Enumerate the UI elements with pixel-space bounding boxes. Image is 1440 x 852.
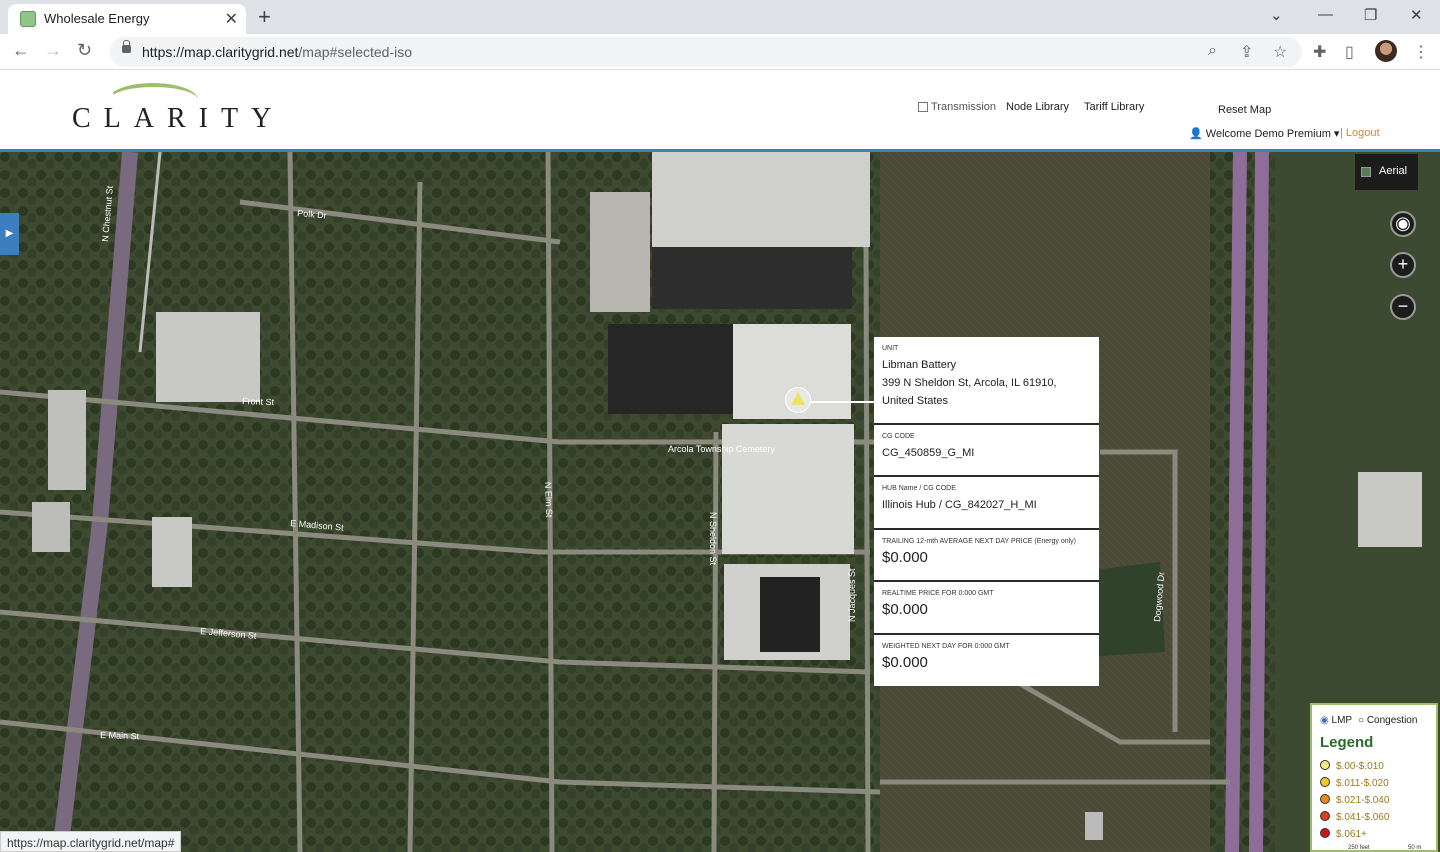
- close-tab-icon[interactable]: ✕: [225, 9, 238, 29]
- circle-icon: [1320, 828, 1330, 838]
- legend-item: $.00-$.010: [1320, 760, 1384, 772]
- zoom-icon[interactable]: ⌕: [1208, 42, 1217, 60]
- cg-code: CG_450859_G_MI: [882, 447, 975, 459]
- unit-marker[interactable]: [785, 387, 811, 413]
- map-imagery: N Chestnut St Polk DrFront StE Madison St…: [0, 152, 1440, 852]
- circle-icon: [1320, 811, 1330, 821]
- extensions-icon[interactable]: ✚: [1313, 42, 1326, 62]
- user-icon: 👤: [1189, 128, 1203, 140]
- price-legend: ◉ LMP ○ Congestion Legend $.00-$.010 $.0…: [1310, 703, 1438, 852]
- unit-name: Libman Battery: [882, 359, 956, 371]
- realtime-price: $0.000: [882, 601, 928, 618]
- aerial-toggle-button[interactable]: Aerial: [1355, 154, 1418, 190]
- scale-feet: 250 feet: [1348, 845, 1370, 851]
- unit-info-popup: UNIT Libman Battery 399 N Sheldon St, Ar…: [874, 337, 1099, 686]
- back-icon[interactable]: ←: [12, 40, 30, 61]
- radio-empty-icon: ○: [1358, 715, 1365, 726]
- locate-button[interactable]: ◉: [1390, 211, 1416, 237]
- reload-icon[interactable]: ↻: [77, 40, 92, 61]
- unit-section: UNIT Libman Battery 399 N Sheldon St, Ar…: [874, 337, 1099, 425]
- user-menu[interactable]: 👤 Welcome Demo Premium ▾: [1189, 127, 1339, 140]
- sidepanel-icon[interactable]: ▯: [1345, 42, 1354, 62]
- browser-toolbar: ← → ↻ https://map.claritygrid.net/map#se…: [0, 34, 1440, 70]
- circle-icon: [1320, 760, 1330, 770]
- target-icon: ◉: [1395, 213, 1411, 233]
- app-header: CLARITY Transmission Node Library Tariff…: [0, 71, 1440, 151]
- legend-title: Legend: [1320, 734, 1374, 751]
- clarity-logo[interactable]: CLARITY: [70, 81, 300, 134]
- new-tab-icon[interactable]: +: [258, 4, 271, 30]
- transmission-checkbox[interactable]: [918, 102, 928, 112]
- legend-item: $.041-$.060: [1320, 811, 1389, 823]
- hub-value: Illinois Hub / CG_842027_H_MI: [882, 499, 1037, 511]
- weighted-price: $0.000: [882, 654, 928, 671]
- favicon-icon: [20, 11, 36, 27]
- aerial-map[interactable]: N Chestnut St Polk Dr Front St E Madison St…: [0, 152, 1440, 852]
- reset-map-button[interactable]: Reset Map: [1218, 104, 1271, 116]
- sidebar-toggle-button[interactable]: ▶: [0, 213, 19, 255]
- forward-icon[interactable]: →: [44, 40, 62, 61]
- node-library-link[interactable]: Node Library: [1006, 101, 1069, 113]
- legend-item: $.011-$.020: [1320, 777, 1389, 789]
- tariff-library-link[interactable]: Tariff Library: [1084, 101, 1144, 113]
- scale-meters: 50 m: [1408, 845, 1422, 851]
- street-label: E Main St: [100, 730, 140, 741]
- zoom-in-button[interactable]: +: [1390, 252, 1416, 278]
- share-icon[interactable]: ⇪: [1240, 42, 1253, 62]
- logout-link[interactable]: | Logout: [1340, 127, 1380, 139]
- url-text: https://map.claritygrid.net/map#selected…: [142, 44, 413, 60]
- hub-section: HUB Name / CG CODE Illinois Hub / CG_842…: [874, 477, 1099, 530]
- aerial-icon: [1361, 167, 1371, 177]
- browser-tab[interactable]: Wholesale Energy ✕: [8, 4, 246, 34]
- restore-icon[interactable]: ❐: [1364, 6, 1377, 24]
- bookmark-star-icon[interactable]: ☆: [1273, 42, 1287, 62]
- legend-item: $.021-$.040: [1320, 794, 1389, 806]
- plus-icon: +: [1397, 254, 1409, 274]
- street-label: N Jacques St: [847, 568, 857, 622]
- tab-search-icon[interactable]: ⌄: [1270, 6, 1283, 24]
- browser-tabbar: Wholesale Energy ✕ + ⌄ — ❐ ✕: [0, 0, 1440, 34]
- minus-icon: −: [1397, 296, 1409, 316]
- transmission-label: Transmission: [931, 101, 996, 113]
- street-label: N Elm St: [543, 482, 554, 518]
- window-close-icon[interactable]: ✕: [1410, 6, 1423, 24]
- circle-icon: [1320, 794, 1330, 804]
- street-label: Front St: [242, 396, 275, 407]
- trailing-price: $0.000: [882, 549, 928, 566]
- realtime-price-section: REALTIME PRICE FOR 0:000 GMT $0.000: [874, 582, 1099, 635]
- legend-item: $.061+: [1320, 828, 1367, 840]
- tab-title: Wholesale Energy: [44, 11, 150, 26]
- profile-avatar[interactable]: [1375, 40, 1397, 62]
- street-label: N Sheldon St: [708, 512, 718, 566]
- lock-icon: [122, 40, 131, 53]
- minimize-icon[interactable]: —: [1318, 6, 1333, 23]
- circle-icon: [1320, 777, 1330, 787]
- street-label: Arcola Township Cemetery: [668, 444, 775, 454]
- status-bar-url: https://map.claritygrid.net/map#: [0, 831, 182, 852]
- unit-address: 399 N Sheldon St, Arcola, IL 61910, Unit…: [882, 377, 1057, 407]
- trailing-price-section: TRAILING 12-mth AVERAGE NEXT DAY PRICE (…: [874, 530, 1099, 582]
- congestion-radio[interactable]: ○ Congestion: [1358, 715, 1417, 726]
- cg-code-section: CG CODE CG_450859_G_MI: [874, 425, 1099, 477]
- warning-triangle-icon: [791, 392, 805, 405]
- lmp-radio[interactable]: ◉ LMP: [1320, 715, 1352, 726]
- menu-kebab-icon[interactable]: ⋮: [1413, 42, 1429, 62]
- zoom-out-button[interactable]: −: [1390, 294, 1416, 320]
- weighted-price-section: WEIGHTED NEXT DAY FOR 0:000 GMT $0.000: [874, 635, 1099, 686]
- radio-checked-icon: ◉: [1320, 715, 1329, 726]
- address-bar[interactable]: https://map.claritygrid.net/map#selected…: [110, 37, 1302, 67]
- popup-connector: [811, 401, 874, 403]
